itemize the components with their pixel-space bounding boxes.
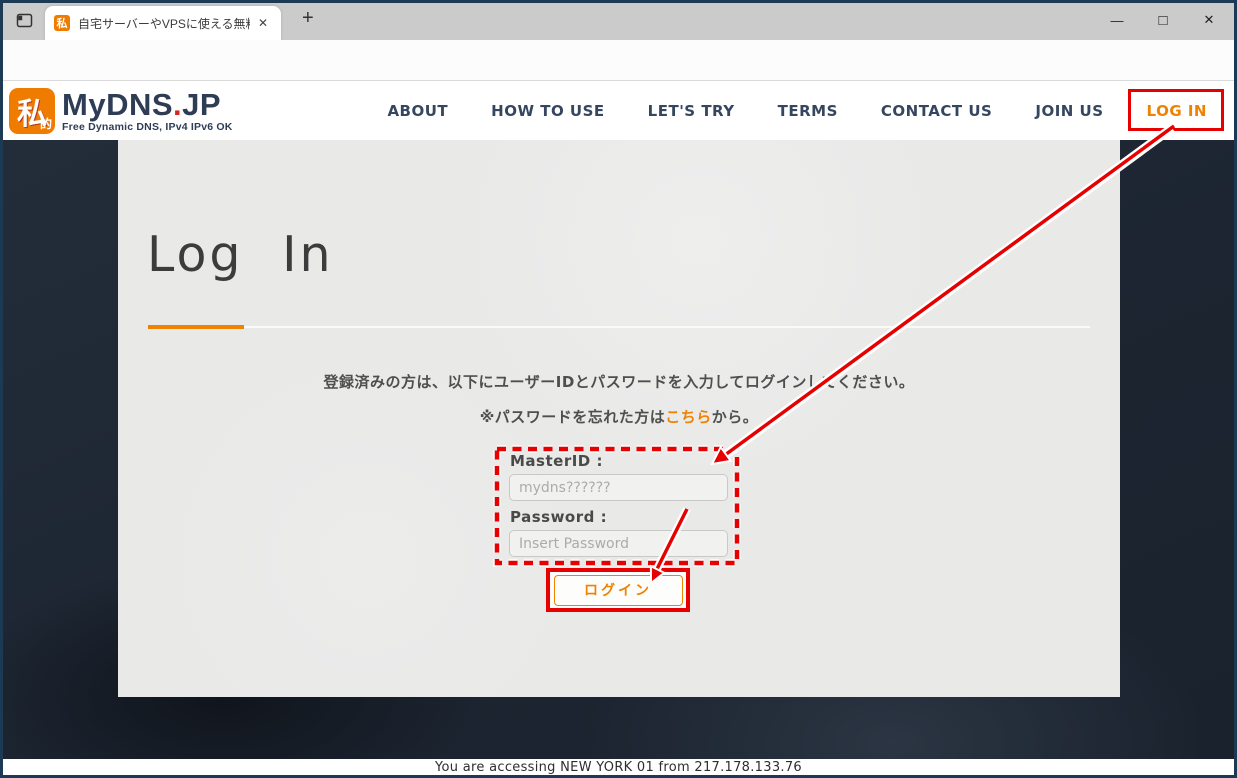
forgot-password-text: ※パスワードを忘れた方はこちらから。 — [118, 406, 1120, 427]
title-divider — [148, 326, 1090, 328]
intro-text: 登録済みの方は、以下にユーザーIDとパスワードを入力してログインしてください。 — [118, 371, 1120, 392]
login-panel: Log In 登録済みの方は、以下にユーザーIDとパスワードを入力してログインし… — [118, 140, 1120, 697]
login-form: MasterID : Password : — [509, 452, 728, 557]
nav-item-join-us[interactable]: JOIN US — [1035, 102, 1103, 120]
password-label: Password : — [510, 508, 728, 526]
page-title: Log In — [147, 226, 334, 283]
login-submit-button[interactable]: ログイン — [554, 575, 683, 606]
logo-mark-icon: 私 的 — [9, 88, 55, 134]
logo-text: MyDNS.JP Free Dynamic DNS, IPv4 IPv6 OK — [62, 89, 233, 133]
browser-tab[interactable]: 私 自宅サーバーやVPSに使える無料のダ ✕ — [45, 6, 281, 40]
password-input[interactable] — [509, 530, 728, 557]
forgot-password-link[interactable]: こちら — [665, 408, 712, 426]
master-id-label: MasterID : — [510, 452, 728, 470]
status-bar: You are accessing NEW YORK 01 from 217.1… — [0, 759, 1237, 778]
browser-window: 私 自宅サーバーやVPSに使える無料のダ ✕ + — □ ✕ ← → — [0, 0, 1237, 778]
tab-close-icon[interactable]: ✕ — [254, 14, 272, 32]
tab-title: 自宅サーバーやVPSに使える無料のダ — [78, 15, 250, 32]
tab-favicon: 私 — [54, 15, 70, 31]
nav-item-about[interactable]: ABOUT — [387, 102, 448, 120]
close-button[interactable]: ✕ — [1186, 2, 1232, 38]
nav-item-terms[interactable]: TERMS — [778, 102, 838, 120]
nav-item-contact-us[interactable]: CONTACT US — [881, 102, 992, 120]
site-header: 私 的 MyDNS.JP Free Dynamic DNS, IPv4 IPv6… — [0, 81, 1237, 140]
browser-toolbar — [0, 40, 1237, 81]
site-nav: ABOUT HOW TO USE LET'S TRY TERMS CONTACT… — [387, 102, 1237, 120]
tab-actions-menu-icon[interactable] — [13, 9, 35, 31]
status-text: You are accessing NEW YORK 01 from 217.1… — [435, 760, 802, 775]
new-tab-button[interactable]: + — [296, 7, 320, 30]
nav-item-how-to-use[interactable]: HOW TO USE — [491, 102, 605, 120]
nav-item-lets-try[interactable]: LET'S TRY — [648, 102, 735, 120]
web-page: 私 的 MyDNS.JP Free Dynamic DNS, IPv4 IPv6… — [0, 81, 1237, 778]
logo-tagline: Free Dynamic DNS, IPv4 IPv6 OK — [62, 121, 233, 133]
window-controls: — □ ✕ — [1094, 2, 1232, 38]
site-logo[interactable]: 私 的 MyDNS.JP Free Dynamic DNS, IPv4 IPv6… — [9, 88, 233, 134]
maximize-button[interactable]: □ — [1140, 2, 1186, 38]
tab-bar: 私 自宅サーバーやVPSに使える無料のダ ✕ + — □ ✕ — [0, 0, 1237, 40]
minimize-button[interactable]: — — [1094, 2, 1140, 38]
annotation-box-submit: ログイン — [546, 568, 690, 612]
master-id-input[interactable] — [509, 474, 728, 501]
nav-item-log-in[interactable]: LOG IN — [1147, 102, 1207, 120]
divider-accent — [148, 325, 244, 329]
